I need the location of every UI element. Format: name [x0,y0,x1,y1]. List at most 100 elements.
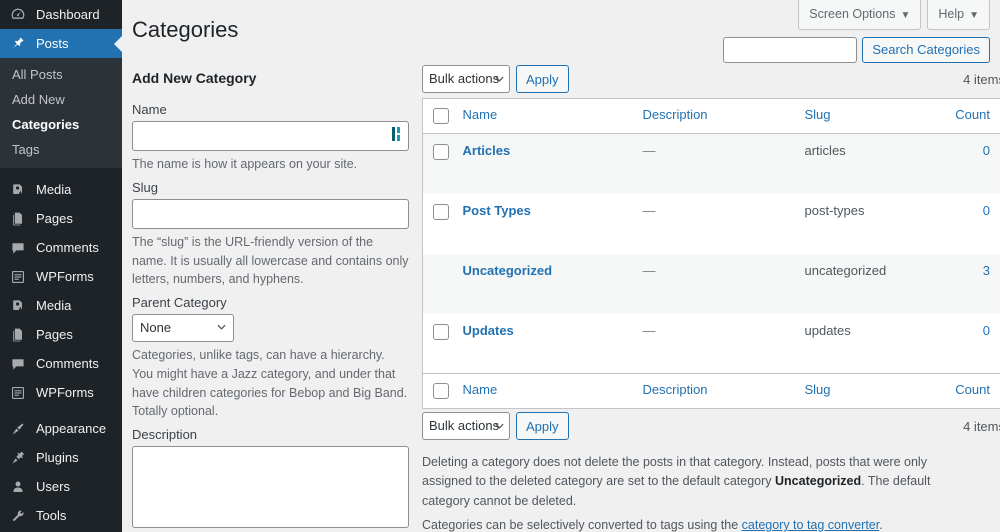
sidebar-item-label: Plugins [36,450,79,465]
table-row: Uncategorized — uncategorized 3 [422,253,1000,314]
sidebar-item-label: Dashboard [36,7,100,22]
search-categories-button[interactable]: Search Categories [862,37,990,63]
sidebar-item-dashboard[interactable]: Dashboard [0,0,122,29]
submenu-item-categories[interactable]: Categories [0,112,122,137]
sidebar-item-media[interactable]: Media [0,175,122,204]
row-slug-cell: uncategorized [804,262,887,278]
help-button[interactable]: Help ▼ [927,0,990,30]
bulk-actions-select-bottom[interactable]: Bulk actions [422,412,510,440]
sidebar-item-label: Media [36,298,72,313]
wpforms-icon [8,383,28,403]
row-checkbox[interactable] [433,144,449,160]
row-checkbox-cell [423,134,457,194]
submenu-item-all-posts[interactable]: All Posts [0,62,122,87]
sidebar-item-appearance[interactable]: Appearance [0,414,122,443]
table-head: Name Description Slug Count [422,98,1000,134]
count-link[interactable]: 0 [983,323,990,338]
sidebar-item-pages[interactable]: Pages [0,204,122,233]
wp-admin-screen: Dashboard Posts All Posts Add New Catego… [0,0,1000,532]
apply-button-top[interactable]: Apply [516,65,569,93]
select-all-checkbox-bottom[interactable] [433,383,449,399]
sidebar-item-pages-2[interactable]: Pages [0,320,122,349]
table-row: Articles — articles 0 [422,133,1000,194]
parent-category-select[interactable]: None [132,314,234,342]
sidebar-item-label: Pages [36,211,73,226]
column-footer-description[interactable]: Description [636,373,799,409]
select-all-checkbox-top[interactable] [433,108,449,124]
main-content: Screen Options ▼ Help ▼ Categories Search … [122,0,1000,532]
appearance-icon [8,419,28,439]
select-all-header [422,98,457,134]
category-link[interactable]: Uncategorized [463,263,553,278]
row-description-cell: — [642,322,656,338]
users-icon [8,477,28,497]
submenu-item-add-new[interactable]: Add New [0,87,122,112]
tablenav-bottom: Bulk actions Apply 4 items [422,409,1000,445]
parent-category-help-text: Categories, unlike tags, can have a hier… [132,348,408,419]
content-columns: Add New Category Name The name is how it… [122,62,1000,532]
description-textarea[interactable] [132,446,409,528]
parent-category-label: Parent Category [132,295,227,310]
apply-button-bottom[interactable]: Apply [516,412,569,440]
category-link[interactable]: Updates [463,323,514,338]
screen-options-label: Screen Options [809,7,896,21]
column-footer-slug[interactable]: Slug [798,373,947,409]
sidebar-item-comments-2[interactable]: Comments [0,349,122,378]
sidebar-item-tools[interactable]: Tools [0,501,122,530]
count-link[interactable]: 0 [983,203,990,218]
sidebar-item-posts[interactable]: Posts [0,29,122,58]
items-count-bottom: 4 items [963,418,1000,434]
sidebar-item-label: WPForms [36,385,94,400]
chevron-down-icon [217,324,226,330]
sidebar-item-users[interactable]: Users [0,472,122,501]
bulk-actions-select-top[interactable]: Bulk actions [422,65,510,93]
sidebar-item-wpforms-2[interactable]: WPForms [0,378,122,407]
chevron-down-icon: ▼ [900,10,911,21]
sidebar-item-plugins[interactable]: Plugins [0,443,122,472]
screen-options-button[interactable]: Screen Options ▼ [798,0,922,30]
wpforms-icon [8,267,28,287]
column-footer-name[interactable]: Name [456,373,637,409]
count-link[interactable]: 0 [983,143,990,158]
bulk-actions-value: Bulk actions [429,418,500,433]
name-label: Name [132,102,167,117]
note-part-3: Categories can be selectively converted … [422,518,742,532]
column-header-slug[interactable]: Slug [798,98,947,134]
description-label: Description [132,427,198,442]
sidebar-item-label: Pages [36,327,73,342]
row-count-cell: 0 [947,314,1000,374]
search-input[interactable] [723,37,858,63]
row-checkbox[interactable] [433,323,449,340]
chevron-down-icon [495,423,504,429]
slug-input[interactable] [132,198,409,229]
sidebar-separator [0,168,122,175]
row-checkbox-cell [423,254,457,314]
converter-note: Categories can be selectively converted … [422,516,952,532]
table-body: Articles — articles 0 Post Types — post-… [422,133,1000,374]
submenu-item-tags[interactable]: Tags [0,137,122,162]
row-name-cell: Articles [457,134,637,194]
categories-table-panel: Bulk actions Apply 4 items Name Descri [422,62,1000,532]
note-part-4: . [879,518,883,532]
column-footer-count[interactable]: Count [946,373,1000,409]
column-header-name[interactable]: Name [456,98,637,134]
sidebar-item-wpforms[interactable]: WPForms [0,262,122,291]
column-header-count[interactable]: Count [946,98,1000,134]
table-row: Updates — updates 0 [423,314,1000,374]
row-checkbox[interactable] [433,203,449,220]
category-to-tag-converter-link[interactable]: category to tag converter [742,518,880,532]
row-name-cell: Uncategorized [457,254,637,314]
count-link[interactable]: 3 [983,263,990,278]
name-input[interactable] [132,121,409,151]
category-link[interactable]: Post Types [463,203,531,218]
category-link[interactable]: Articles [463,143,511,158]
pin-icon [8,34,28,54]
sidebar-separator-2 [0,407,122,414]
posts-submenu: All Posts Add New Categories Tags [0,58,122,168]
sidebar-item-media-2[interactable]: Media [0,291,122,320]
sidebar-item-comments[interactable]: Comments [0,233,122,262]
comments-icon [8,238,28,258]
column-header-description[interactable]: Description [636,98,799,134]
row-checkbox-cell [423,194,457,254]
select-all-footer [422,373,457,409]
